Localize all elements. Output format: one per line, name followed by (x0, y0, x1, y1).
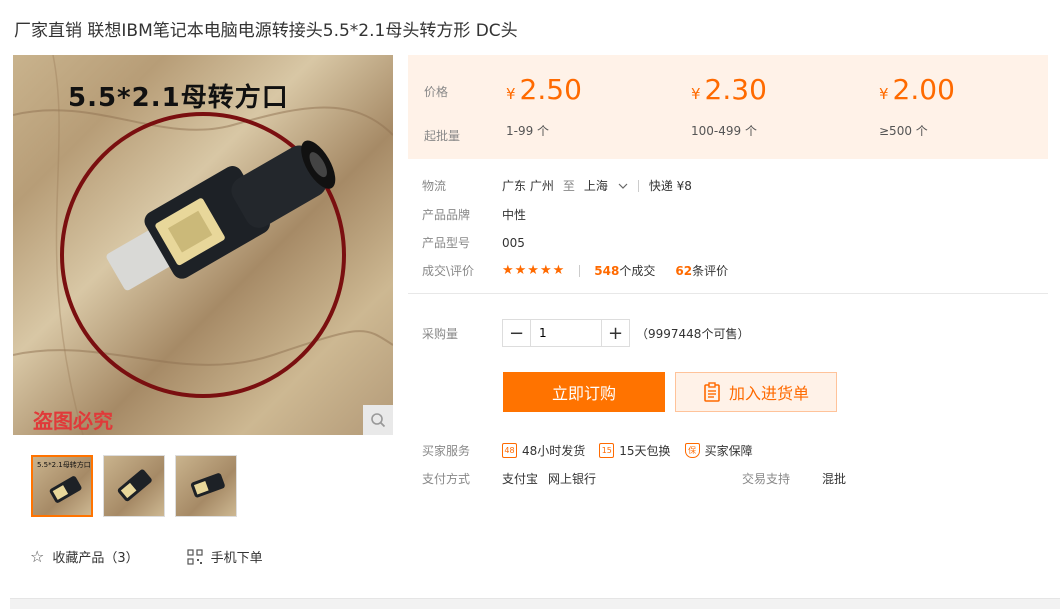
service-text: 买家保障 (704, 444, 753, 458)
thumbnail-2[interactable] (103, 455, 165, 517)
reviews-count: 62 (675, 264, 693, 278)
reviews-suffix: 条评价 (692, 264, 729, 278)
star-outline-icon: ☆ (30, 547, 45, 566)
price-amount: 2.30 (704, 73, 767, 106)
service-48h[interactable]: 48 48小时发货 (502, 442, 585, 459)
price-tier-1: ¥2.50 1-99 个 (506, 73, 582, 139)
decrease-button[interactable]: − (503, 320, 531, 346)
brand-label: 产品品牌 (422, 208, 471, 222)
separator (637, 179, 639, 192)
deals-label: 成交\评价 (422, 264, 475, 278)
deals-suffix: 个成交 (619, 264, 656, 278)
to-word: 至 (562, 179, 575, 193)
services-label: 买家服务 (422, 444, 471, 458)
buy-now-button[interactable]: 立即订购 (503, 372, 665, 412)
payment-method: 支付宝 (502, 472, 539, 486)
price-tier-3: ¥2.00 ≥500 个 (879, 73, 955, 139)
tier-range: 1-99 个 (506, 124, 550, 138)
thumbnail-3[interactable] (175, 455, 237, 517)
services-row: 买家服务 48 48小时发货 15 15天包换 保 买家保障 (422, 442, 767, 459)
stock-available: （9997448个可售） (636, 326, 750, 341)
quantity-input[interactable] (531, 320, 601, 346)
payment-label: 支付方式 (422, 472, 471, 486)
ship-to-value: 上海 (583, 179, 608, 193)
magnifier-icon (371, 413, 386, 428)
add-to-cart-label: 加入进货单 (728, 384, 809, 403)
deals-count: 548 (594, 264, 620, 278)
clipboard-icon (704, 382, 720, 402)
model-label: 产品型号 (422, 236, 471, 250)
chevron-down-icon (618, 183, 628, 189)
price-amount: 2.50 (519, 73, 582, 106)
currency-symbol: ¥ (506, 85, 516, 103)
favorite-label: 收藏产品（3） (52, 551, 139, 566)
trade-support-value: 混批 (822, 472, 847, 486)
moq-label: 起批量 (424, 129, 461, 143)
payment-method: 网上银行 (548, 472, 597, 486)
thumbnail-1[interactable]: 5.5*2.1母转方口 (31, 455, 93, 517)
deals-row: 成交\评价 ★★★★★ 548个成交 62条评价 (422, 262, 728, 279)
model-value: 005 (502, 235, 525, 250)
tier-range: ≥500 个 (879, 124, 928, 138)
model-row: 产品型号 005 (422, 234, 525, 251)
service-15d[interactable]: 15 15天包换 (599, 442, 671, 459)
logistics-row: 物流 广东 广州 至 上海 快递 ¥8 (422, 177, 692, 194)
bottom-bar (10, 598, 1060, 609)
15-day-exchange-icon: 15 (599, 443, 615, 458)
logistics-label: 物流 (422, 179, 447, 193)
shield-guarantee-icon: 保 (684, 443, 700, 458)
currency-symbol: ¥ (879, 85, 889, 103)
service-text: 15天包换 (619, 444, 671, 458)
shipping-method: 快递 ¥8 (648, 179, 692, 193)
service-guarantee[interactable]: 保 买家保障 (684, 442, 753, 459)
zoom-button[interactable] (363, 405, 393, 435)
currency-symbol: ¥ (691, 85, 701, 103)
mobile-order-label: 手机下单 (210, 551, 263, 566)
product-title: 厂家直销 联想IBM笔记本电脑电源转接头5.5*2.1母头转方形 DC头 (14, 21, 518, 41)
qr-code-icon (187, 548, 203, 565)
main-product-image[interactable]: 5.5*2.1母转方口 盗图必究 (13, 55, 393, 435)
mobile-order-link[interactable]: 手机下单 (187, 547, 263, 566)
price-amount: 2.00 (892, 73, 955, 106)
quantity-stepper: − + (502, 319, 630, 347)
rating-stars: ★★★★★ (502, 263, 566, 278)
ship-from: 广东 广州 (502, 179, 554, 193)
buy-now-label: 立即订购 (551, 384, 616, 403)
payment-row: 支付方式 支付宝 网上银行 交易支持 混批 (422, 470, 846, 487)
increase-button[interactable]: + (601, 320, 629, 346)
deals-count-link[interactable]: 548个成交 (594, 262, 655, 279)
thumbnail-strip: 5.5*2.1母转方口 (31, 455, 237, 517)
service-text: 48小时发货 (522, 444, 586, 458)
section-divider (408, 293, 1048, 294)
quantity-label: 采购量 (422, 326, 459, 341)
add-to-cart-button[interactable]: 加入进货单 (675, 372, 837, 412)
reviews-count-link[interactable]: 62条评价 (675, 262, 728, 279)
tier-range: 100-499 个 (691, 124, 757, 138)
image-watermark: 盗图必究 (33, 409, 113, 433)
favorite-link[interactable]: ☆ 收藏产品（3） (30, 547, 139, 566)
price-tier-2: ¥2.30 100-499 个 (691, 73, 767, 139)
image-overlay-text: 5.5*2.1母转方口 (68, 83, 289, 113)
quantity-row: 采购量 − + （9997448个可售） (422, 319, 749, 347)
48h-shipping-icon: 48 (502, 443, 517, 458)
bottom-links: ☆ 收藏产品（3） 手机下单 (30, 547, 263, 566)
brand-row: 产品品牌 中性 (422, 206, 526, 223)
separator (579, 264, 581, 277)
trade-support-label: 交易支持 (742, 472, 791, 486)
price-label: 价格 (424, 85, 449, 99)
price-panel: 价格 起批量 ¥2.50 1-99 个 ¥2.30 100-499 个 ¥2.0… (408, 55, 1048, 159)
brand-value: 中性 (502, 208, 527, 222)
ship-to-select[interactable]: 上海 (584, 177, 628, 194)
